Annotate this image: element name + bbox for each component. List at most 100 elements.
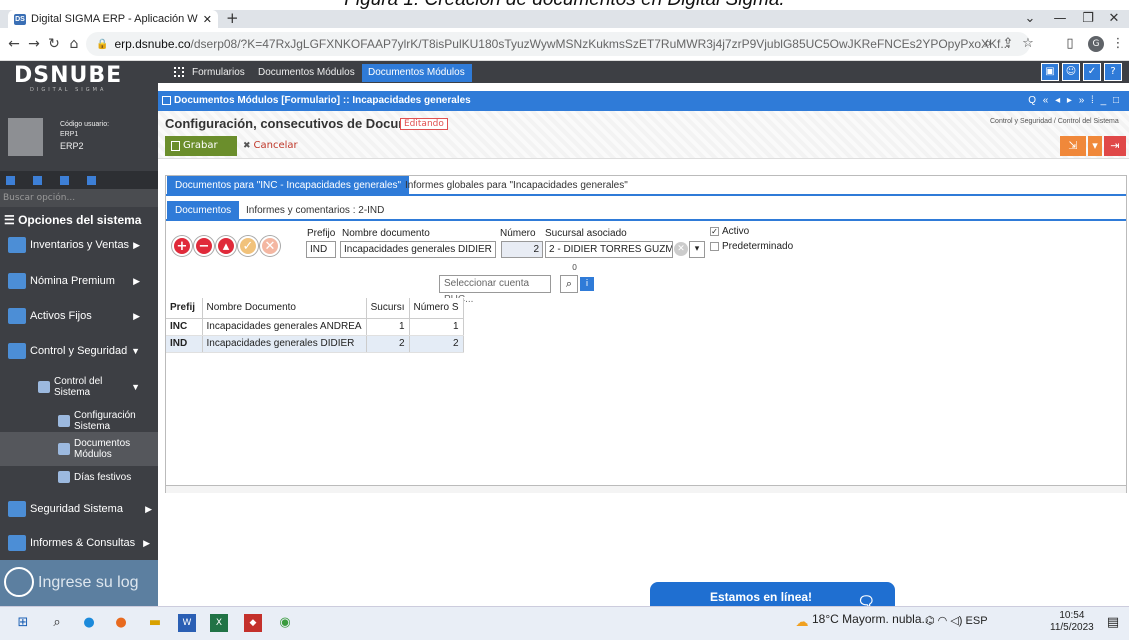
- file-explorer-icon[interactable]: ▬: [146, 614, 164, 632]
- export-excel-button[interactable]: ⇲: [1060, 136, 1086, 156]
- table-row[interactable]: IND Incapacidades generales DIDIER 2 2: [166, 335, 464, 353]
- sidepanel-icon[interactable]: ▯: [1060, 34, 1080, 54]
- sidebar-item-label: Días festivos: [74, 471, 132, 483]
- sidebar-item-control-sistema[interactable]: Control del Sistema ▼: [0, 370, 158, 404]
- weather-text[interactable]: 18°C Mayorm. nubla...: [812, 612, 932, 626]
- profile-avatar[interactable]: G: [1088, 36, 1104, 52]
- system-tray[interactable]: ⌬ ◠ ◁) ESP: [925, 614, 988, 627]
- clear-branch-icon[interactable]: ✕: [674, 242, 688, 256]
- discard-button[interactable]: ✕: [260, 236, 280, 256]
- tab-informes-globales[interactable]: Informes globales para "Incapacidades ge…: [397, 176, 636, 195]
- edge-icon[interactable]: ●: [80, 614, 98, 632]
- prefix-input[interactable]: IND: [306, 241, 336, 258]
- sidebar-item-informes[interactable]: Informes & Consultas ▶: [0, 528, 158, 558]
- col-name[interactable]: Nombre Documento: [202, 298, 367, 319]
- col-prefix[interactable]: Prefij: [166, 298, 203, 319]
- back-icon[interactable]: ←: [4, 34, 24, 54]
- new-tab-button[interactable]: +: [226, 10, 239, 28]
- default-checkbox-wrap[interactable]: Predeterminado: [710, 241, 793, 252]
- forward-icon[interactable]: →: [24, 34, 44, 54]
- move-up-button[interactable]: ▴: [216, 236, 236, 256]
- default-checkbox[interactable]: [710, 241, 719, 251]
- chrome-icon[interactable]: ◉: [276, 614, 294, 632]
- excel-icon[interactable]: X: [210, 614, 228, 632]
- tab-documentos-modulos-2[interactable]: Documentos Módulos: [362, 64, 472, 82]
- name-input[interactable]: Incapacidades generales DIDIER: [340, 241, 496, 258]
- notifications-icon[interactable]: ▤: [1104, 614, 1122, 632]
- sidebar-item-control-seguridad[interactable]: Control y Seguridad ▼: [0, 336, 158, 366]
- number-input[interactable]: 2: [501, 241, 543, 258]
- user-icon[interactable]: [33, 175, 42, 185]
- clock[interactable]: 10:54 11/5/2023: [1050, 610, 1094, 634]
- grid-icon[interactable]: [6, 175, 15, 185]
- windows-start-icon[interactable]: ⊞: [14, 614, 32, 632]
- table-row[interactable]: INC Incapacidades generales ANDREA 1 1: [166, 318, 464, 336]
- add-record-button[interactable]: +: [172, 236, 192, 256]
- info-icon[interactable]: i: [580, 277, 594, 291]
- cancel-button[interactable]: ✖ Cancelar: [243, 136, 298, 156]
- active-checkbox[interactable]: ✓: [710, 226, 719, 236]
- sidebar-item-nomina[interactable]: Nómina Premium ▶: [0, 266, 158, 296]
- reload-icon[interactable]: ↻: [44, 34, 64, 54]
- window-header: Documentos Módulos [Formulario] :: Incap…: [158, 91, 1129, 111]
- help-icon[interactable]: ?: [1104, 63, 1122, 81]
- export-dropdown-button[interactable]: ▾: [1088, 136, 1102, 156]
- browser-tab[interactable]: DS Digital SIGMA ERP - Aplicación W ✕: [8, 10, 218, 28]
- cancel-icon: ✖: [243, 141, 251, 151]
- user-code-2: ERP2: [60, 141, 84, 151]
- save-button[interactable]: Grabar: [165, 136, 237, 156]
- export-icon[interactable]: ▣: [1041, 63, 1059, 81]
- url-bar[interactable]: 🔒 erp.dsnube.co /dserp08/?K=47RxJgLGFXNK…: [86, 32, 1030, 56]
- network-icon[interactable]: ⌬: [925, 615, 935, 627]
- puc-account-input[interactable]: Seleccionar cuenta PUC...: [439, 275, 551, 305]
- window-controls[interactable]: Q « ◂ ▸ » ⁞ _ □: [1028, 91, 1121, 111]
- sidebar-item-seguridad-sistema[interactable]: Seguridad Sistema ▶: [0, 494, 158, 524]
- branch-select[interactable]: 2 - DIDIER TORRES GUZMAN: [545, 241, 673, 258]
- home-icon[interactable]: ⌂: [64, 34, 84, 54]
- caption-text: Figura 1: Creación de documentos en Digi…: [0, 0, 1129, 10]
- language-indicator[interactable]: ESP: [966, 615, 988, 627]
- sidebar-item-inventarios[interactable]: Inventarios y Ventas ▶: [0, 230, 158, 260]
- share-icon[interactable]: ⇪: [998, 34, 1018, 54]
- close-tab-icon[interactable]: ✕: [203, 13, 212, 26]
- shield-icon: [8, 501, 26, 517]
- tab-documentos-inc[interactable]: Documentos para "INC - Incapacidades gen…: [167, 176, 410, 195]
- col-number[interactable]: Número S: [409, 298, 464, 319]
- bookmark-star-icon[interactable]: ☆: [1018, 34, 1038, 54]
- tab-documentos[interactable]: Documentos: [167, 201, 240, 220]
- taskbar-search-icon[interactable]: ⌕: [48, 614, 66, 632]
- branch-dropdown-icon[interactable]: ▾: [689, 241, 705, 258]
- exit-button[interactable]: ⇥: [1104, 136, 1126, 156]
- save-icon: [171, 141, 180, 151]
- apps-grid-icon[interactable]: [174, 67, 184, 77]
- shield-check-icon[interactable]: ✓: [1083, 63, 1101, 81]
- active-checkbox-wrap[interactable]: ✓ Activo: [710, 226, 749, 237]
- close-window-button[interactable]: ✕: [1094, 10, 1129, 28]
- chat-widget[interactable]: Estamos en línea! 🗨: [650, 582, 895, 609]
- sidebar-item-festivos[interactable]: Días festivos: [0, 462, 158, 492]
- volume-icon[interactable]: ◁): [950, 615, 962, 627]
- sidebar-item-documentos[interactable]: Documentos Módulos: [0, 432, 158, 466]
- wifi-icon[interactable]: ◠: [938, 615, 948, 627]
- browser-menu-icon[interactable]: ⋮: [1108, 34, 1128, 54]
- search-icon[interactable]: ⌕: [560, 275, 578, 293]
- anydesk-icon[interactable]: ◆: [244, 614, 262, 632]
- zoom-icon[interactable]: ⌕: [978, 34, 998, 54]
- tab-formularios[interactable]: Formularios: [186, 64, 251, 82]
- tab-documentos-modulos-1[interactable]: Documentos Módulos: [252, 64, 361, 82]
- lock-icon[interactable]: [60, 175, 69, 185]
- logout-icon[interactable]: [87, 175, 96, 185]
- lock-icon: 🔒: [96, 38, 109, 50]
- firefox-icon[interactable]: ●: [112, 614, 130, 632]
- confirm-button[interactable]: ✓: [238, 236, 258, 256]
- login-banner[interactable]: Ingrese su log: [0, 560, 158, 606]
- word-icon[interactable]: W: [178, 614, 196, 632]
- sidebar-item-activos[interactable]: Activos Fijos ▶: [0, 301, 158, 331]
- sidebar-search-input[interactable]: Buscar opción...: [0, 189, 158, 207]
- user-settings-icon[interactable]: ☺: [1062, 63, 1080, 81]
- tab-informes-comentarios[interactable]: Informes y comentarios : 2-IND: [238, 201, 392, 220]
- name-label: Nombre documento: [342, 228, 430, 239]
- remove-record-button[interactable]: −: [194, 236, 214, 256]
- col-branch[interactable]: Sucursı: [366, 298, 410, 319]
- assets-icon: [8, 308, 26, 324]
